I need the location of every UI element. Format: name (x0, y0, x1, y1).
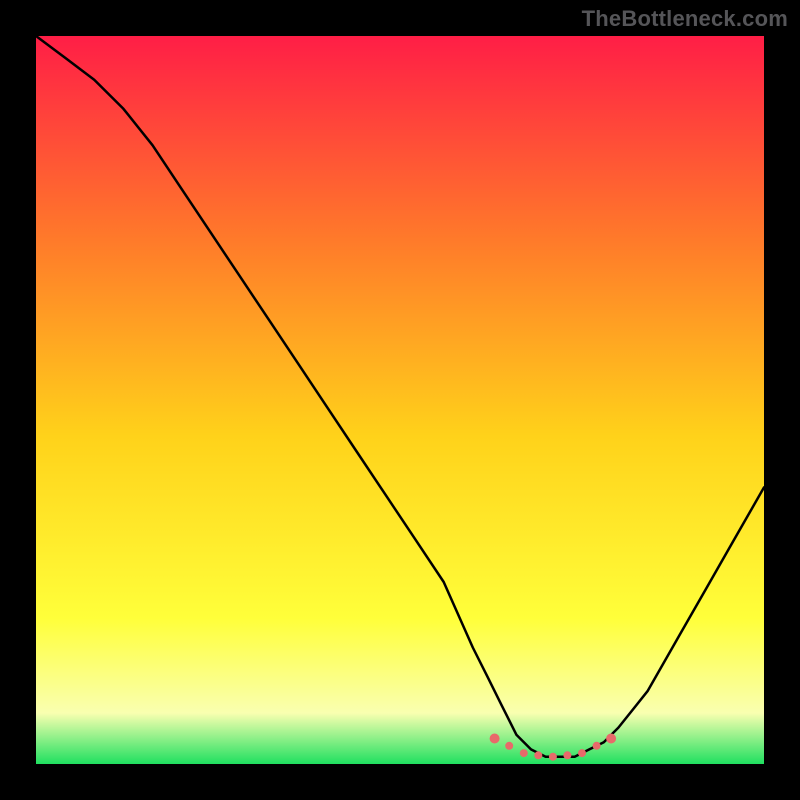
highlight-marker (578, 749, 586, 757)
highlight-marker (505, 742, 513, 750)
watermark-text: TheBottleneck.com (582, 6, 788, 32)
highlight-marker (606, 734, 616, 744)
highlight-marker (490, 734, 500, 744)
highlight-marker (520, 749, 528, 757)
chart-container: TheBottleneck.com (0, 0, 800, 800)
highlight-marker (593, 742, 601, 750)
bottleneck-chart (0, 0, 800, 800)
highlight-marker (549, 753, 557, 761)
highlight-marker (563, 751, 571, 759)
plot-background (36, 36, 764, 764)
highlight-marker (534, 751, 542, 759)
